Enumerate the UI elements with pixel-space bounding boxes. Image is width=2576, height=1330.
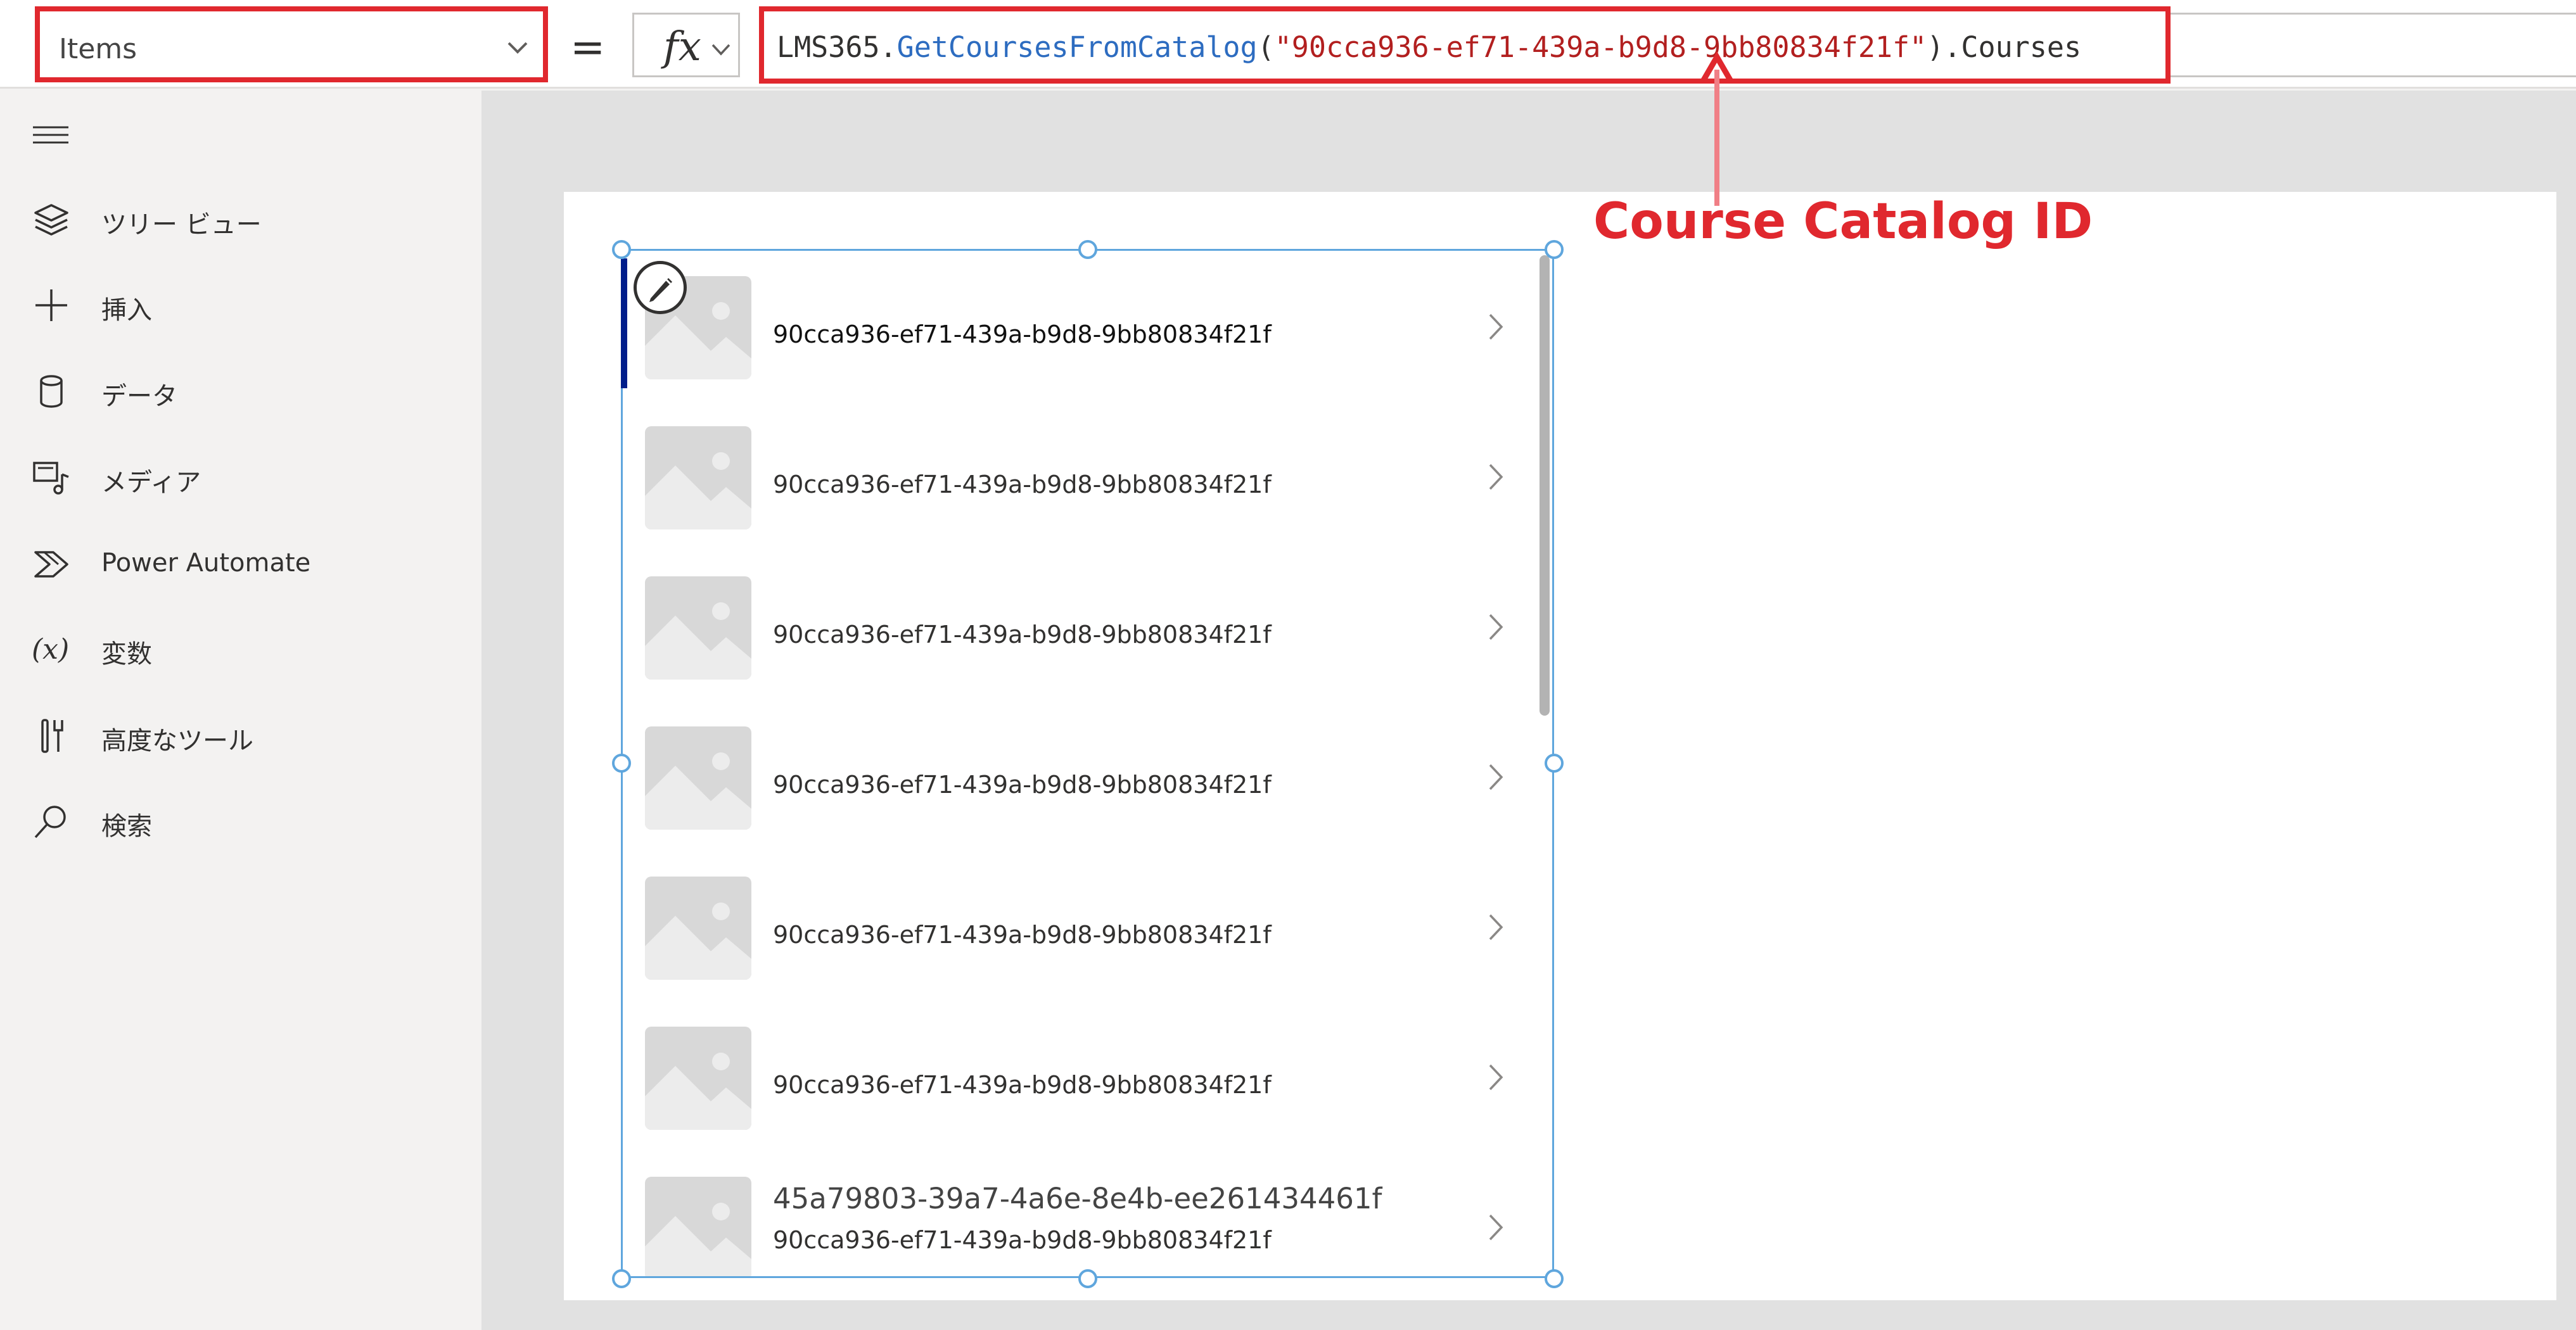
sidebar-item-label: 検索	[101, 812, 152, 841]
sidebar-item-power-automate[interactable]: Power Automate	[0, 528, 481, 598]
chevron-right-icon[interactable]	[1486, 911, 1505, 943]
tools-icon	[41, 719, 63, 753]
sidebar-item-label: データ	[101, 382, 177, 411]
gallery-row[interactable]: 90cca936-ef71-439a-b9d8-9bb80834f21f	[623, 1001, 1552, 1151]
sidebar: ツリー ビュー 挿入 データ メディア Power Automate (x) 変…	[0, 91, 481, 1330]
edit-pencil-icon[interactable]	[634, 261, 687, 314]
chevron-down-icon	[507, 42, 528, 54]
gallery-row-title: 90cca936-ef71-439a-b9d8-9bb80834f21f	[773, 621, 1272, 649]
resize-handle[interactable]	[1078, 240, 1097, 259]
gallery-row-title: 90cca936-ef71-439a-b9d8-9bb80834f21f	[773, 471, 1272, 498]
svg-text:(x): (x)	[32, 633, 69, 666]
gallery-row-heading: 45a79803-39a7-4a6e-8e4b-ee261434461f	[773, 1182, 1382, 1215]
gallery-row[interactable]: 90cca936-ef71-439a-b9d8-9bb80834f21f	[623, 851, 1552, 1001]
image-placeholder-icon	[645, 576, 751, 680]
image-placeholder-icon	[645, 426, 751, 529]
resize-handle[interactable]	[1545, 240, 1564, 259]
sidebar-item-insert[interactable]: 挿入	[0, 269, 481, 339]
gallery-row-title: 90cca936-ef71-439a-b9d8-9bb80834f21f	[773, 1071, 1272, 1099]
layers-icon	[34, 204, 68, 236]
search-icon	[34, 806, 66, 839]
gallery-row[interactable]: 90cca936-ef71-439a-b9d8-9bb80834f21f	[623, 551, 1552, 701]
image-placeholder-icon	[645, 726, 751, 830]
chevron-right-icon[interactable]	[1486, 311, 1505, 343]
database-icon	[40, 375, 63, 408]
fx-button[interactable]: fx	[632, 13, 740, 77]
gallery-row-title: 90cca936-ef71-439a-b9d8-9bb80834f21f	[773, 771, 1272, 799]
resize-handle[interactable]	[1545, 754, 1564, 773]
chevron-right-icon[interactable]	[1486, 611, 1505, 643]
sidebar-item-label: 挿入	[101, 296, 152, 325]
fx-icon: fx	[663, 23, 701, 70]
sidebar-item-search[interactable]: 検索	[0, 785, 481, 855]
formula-string-token: "90cca936-ef71-439a-b9d8-9bb80834f21f"	[1274, 30, 1927, 64]
hamburger-icon[interactable]	[32, 122, 70, 148]
chevron-right-icon[interactable]	[1486, 461, 1505, 493]
gallery-scrollbar[interactable]	[1540, 255, 1550, 716]
resize-handle[interactable]	[612, 754, 631, 773]
formula-property-token: ).Courses	[1927, 30, 2082, 64]
formula-bar-extension	[2171, 13, 2576, 77]
chevron-right-icon[interactable]	[1486, 1061, 1505, 1093]
chevron-right-icon[interactable]	[1486, 1212, 1505, 1243]
sidebar-item-media[interactable]: メディア	[0, 441, 481, 511]
sidebar-item-label: ツリー ビュー	[101, 210, 262, 239]
variable-icon: (x)	[32, 633, 69, 666]
chevron-down-icon	[711, 44, 730, 56]
sidebar-item-label: メディア	[101, 468, 201, 497]
property-dropdown-value: Items	[59, 33, 137, 65]
gallery-row-title: 90cca936-ef71-439a-b9d8-9bb80834f21f	[773, 320, 1272, 348]
gallery-row-title: 90cca936-ef71-439a-b9d8-9bb80834f21f	[773, 1226, 1272, 1254]
image-placeholder-icon	[645, 1027, 751, 1130]
gallery-row-title: 90cca936-ef71-439a-b9d8-9bb80834f21f	[773, 921, 1272, 949]
image-placeholder-icon	[645, 877, 751, 980]
chevron-right-icon[interactable]	[1486, 761, 1505, 793]
formula-input[interactable]: LMS365.GetCoursesFromCatalog("90cca936-e…	[759, 6, 2171, 84]
gallery-row[interactable]: 90cca936-ef71-439a-b9d8-9bb80834f21f	[623, 701, 1552, 851]
gallery-row[interactable]: 45a79803-39a7-4a6e-8e4b-ee261434461f 90c…	[623, 1151, 1552, 1276]
power-automate-icon	[34, 551, 68, 578]
formula-object-token: LMS365.	[777, 30, 897, 64]
sidebar-item-label: 変数	[101, 640, 152, 669]
sidebar-item-tree-view[interactable]: ツリー ビュー	[0, 184, 481, 253]
resize-handle[interactable]	[1078, 1269, 1097, 1288]
sidebar-item-label: 高度なツール	[101, 726, 253, 756]
gallery[interactable]: 90cca936-ef71-439a-b9d8-9bb80834f21f 90c…	[621, 249, 1554, 1278]
formula-bar: Items = fx LMS365.GetCoursesFromCatalog(…	[0, 0, 2576, 89]
resize-handle[interactable]	[612, 1269, 631, 1288]
sidebar-item-label: Power Automate	[101, 548, 311, 578]
selected-row-indicator	[621, 258, 627, 388]
resize-handle[interactable]	[1545, 1269, 1564, 1288]
image-placeholder-icon	[645, 1177, 751, 1276]
formula-text: LMS365.GetCoursesFromCatalog("90cca936-e…	[777, 30, 2081, 64]
sidebar-item-data[interactable]: データ	[0, 355, 481, 425]
formula-open-paren: (	[1257, 30, 1275, 64]
equals-sign: =	[570, 23, 606, 72]
formula-function-token: GetCoursesFromCatalog	[896, 30, 1258, 64]
media-icon	[33, 462, 69, 495]
annotation-arrow	[1700, 51, 1733, 206]
plus-icon	[35, 289, 67, 321]
annotation-label: Course Catalog ID	[1593, 193, 2093, 250]
sidebar-item-advanced-tools[interactable]: 高度なツール	[0, 700, 481, 770]
gallery-row[interactable]: 90cca936-ef71-439a-b9d8-9bb80834f21f	[623, 401, 1552, 551]
property-dropdown[interactable]: Items	[35, 6, 548, 82]
resize-handle[interactable]	[612, 240, 631, 259]
gallery-row[interactable]: 90cca936-ef71-439a-b9d8-9bb80834f21f	[623, 251, 1552, 401]
sidebar-item-variables[interactable]: (x) 変数	[0, 613, 481, 683]
